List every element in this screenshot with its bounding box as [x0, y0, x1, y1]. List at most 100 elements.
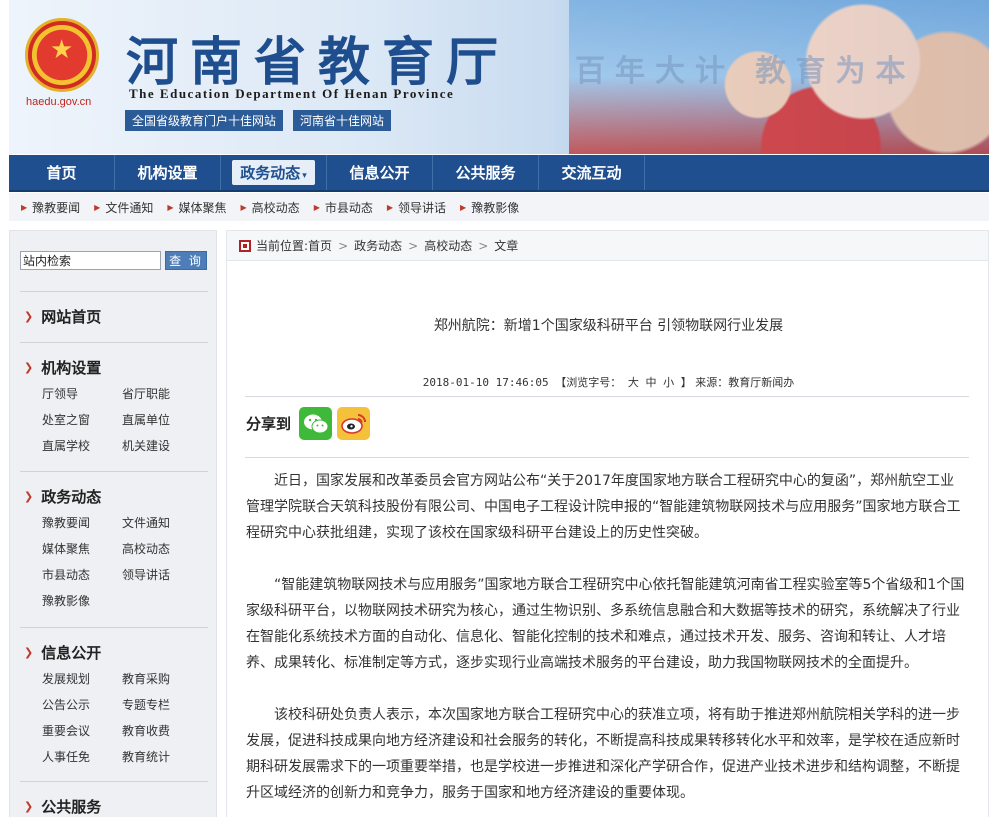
- site-title[interactable]: 河南省教育厅: [126, 20, 510, 95]
- site-search: 查 询: [20, 251, 207, 270]
- article-title: 郑州航院：新增1个国家级科研平台 引领物联网行业发展: [433, 318, 784, 334]
- article-paragraph: 该校科研处负责人表示，本次国家地方联合工程研究中心的获准立项，将有助于推进郑州航…: [246, 707, 960, 801]
- sidebar-heading[interactable]: ❯ 机构设置: [20, 343, 208, 391]
- chevron-right-icon: ❯: [24, 360, 34, 374]
- share-bar: 分享到: [246, 407, 375, 440]
- sidebar-link[interactable]: 发展规划: [42, 670, 122, 688]
- sidebar-section-disclosure: ❯ 信息公开 发展规划 教育采购 公告公示 专题专栏 重要会议 教育收费 人事任免…: [20, 627, 208, 766]
- sidebar-link[interactable]: 专题专栏: [122, 696, 202, 714]
- sidebar-section-services: ❯ 公共服务: [20, 781, 208, 817]
- dropdown-caret-icon: ▾: [302, 171, 307, 181]
- arrow-right-icon: ▶: [94, 202, 101, 212]
- sidebar-link[interactable]: 直属单位: [122, 411, 202, 429]
- chevron-right-icon: ❯: [24, 489, 34, 503]
- sidebar-heading[interactable]: ❯ 公共服务: [20, 782, 208, 817]
- nav-item-disclosure[interactable]: 信息公开: [327, 155, 433, 190]
- sidebar-link[interactable]: 教育统计: [122, 748, 202, 766]
- breadcrumb-separator-icon: >: [408, 238, 419, 253]
- subnav-item[interactable]: ▶ 媒体聚焦: [167, 199, 226, 216]
- nav-item-services[interactable]: 公共服务: [433, 155, 539, 190]
- sidebar-link[interactable]: 高校动态: [122, 540, 202, 558]
- national-emblem-icon: ★: [25, 18, 99, 92]
- main-nav: 首页 机构设置 政务动态 ▾ 信息公开 公共服务 交流互动: [9, 155, 989, 192]
- sub-nav: ▶ 豫教要闻 ▶ 文件通知 ▶ 媒体聚焦 ▶ 高校动态 ▶ 市县动态 ▶ 领导讲话 ▶ 豫教影…: [9, 193, 989, 221]
- sidebar-link[interactable]: 机关建设: [122, 437, 202, 455]
- award-badge: 河南省十佳网站: [293, 110, 392, 131]
- search-button[interactable]: 查 询: [165, 251, 207, 270]
- arrow-right-icon: ▶: [240, 202, 247, 212]
- subnav-item[interactable]: ▶ 文件通知: [94, 199, 153, 216]
- location-icon: [239, 239, 251, 252]
- publish-datetime: 2018-01-10 17:46:05: [422, 376, 549, 389]
- breadcrumb: 当前位置: 首页 > 政务动态 > 高校动态 > 文章: [227, 231, 988, 261]
- sidebar-link[interactable]: 教育采购: [122, 670, 202, 688]
- breadcrumb-item[interactable]: 首页: [308, 237, 332, 254]
- sidebar-link[interactable]: 重要会议: [42, 722, 122, 740]
- chevron-right-icon: ❯: [24, 645, 34, 659]
- arrow-right-icon: ▶: [313, 202, 320, 212]
- sidebar-link[interactable]: 文件通知: [122, 514, 202, 532]
- chevron-right-icon: ❯: [24, 799, 34, 813]
- sidebar-link[interactable]: 省厅职能: [122, 385, 202, 403]
- sidebar-link[interactable]: 教育收费: [122, 722, 202, 740]
- font-size-small[interactable]: 小: [663, 376, 674, 389]
- font-size-medium[interactable]: 中: [645, 376, 656, 389]
- breadcrumb-item[interactable]: 文章: [494, 237, 518, 254]
- sidebar-heading[interactable]: ❯ 政务动态: [20, 472, 208, 520]
- subnav-item[interactable]: ▶ 领导讲话: [387, 199, 446, 216]
- article-source: 】 来源：教育厅新闻办: [680, 376, 795, 389]
- sidebar-link-home[interactable]: ❯ 网站首页: [20, 292, 208, 340]
- sidebar-link[interactable]: 厅领导: [42, 385, 122, 403]
- sidebar: 查 询 ❯网站首页 ❯机构设置 厅领导 省厅职能 处室之窗 直属单位 直属学校 …: [9, 230, 217, 817]
- font-size-label: 【浏览字号：: [555, 376, 622, 389]
- subnav-item[interactable]: ▶ 市县动态: [314, 199, 373, 216]
- award-badges: 全国省级教育门户十佳网站 河南省十佳网站: [125, 110, 392, 131]
- breadcrumb-item[interactable]: 政务动态: [354, 237, 402, 254]
- sidebar-link[interactable]: 公告公示: [42, 696, 122, 714]
- nav-item-home[interactable]: 首页: [9, 155, 115, 190]
- site-title-en: The Education Department Of Henan Provin…: [129, 86, 455, 101]
- arrow-right-icon: ▶: [21, 202, 28, 212]
- weibo-icon[interactable]: [337, 407, 371, 440]
- article-paragraph: “智能建筑物联网技术与应用服务”国家地方联合工程研究中心依托智能建筑河南省工程实…: [246, 577, 965, 671]
- sidebar-link[interactable]: 处室之窗: [42, 411, 122, 429]
- arrow-right-icon: ▶: [460, 202, 467, 212]
- site-domain: haedu.gov.cn: [26, 96, 92, 108]
- sidebar-link[interactable]: 市县动态: [42, 566, 122, 584]
- sidebar-link[interactable]: 豫教影像: [42, 592, 122, 610]
- header-banner: ★ haedu.gov.cn 河南省教育厅 The Education Depa…: [9, 0, 989, 154]
- breadcrumb-label: 当前位置:: [256, 239, 309, 253]
- search-input[interactable]: [20, 251, 161, 270]
- sidebar-link[interactable]: 领导讲话: [122, 566, 202, 584]
- wechat-icon[interactable]: [299, 407, 333, 440]
- article-paragraph: 近日，国家发展和改革委员会官方网站公布“关于2017年度国家地方联合工程研究中心…: [246, 473, 961, 541]
- nav-item-news[interactable]: 政务动态 ▾: [221, 155, 327, 190]
- subnav-item[interactable]: ▶ 豫教影像: [460, 199, 519, 216]
- sidebar-section-news: ❯ 政务动态 豫教要闻 文件通知 媒体聚焦 高校动态 市县动态 领导讲话 豫教影像: [20, 471, 208, 610]
- nav-item-organization[interactable]: 机构设置: [115, 155, 221, 190]
- banner-slogan: 百年大计 教育为本: [575, 54, 916, 89]
- arrow-right-icon: ▶: [386, 202, 394, 212]
- nav-item-interaction[interactable]: 交流互动: [539, 155, 645, 190]
- article-meta: 2018-01-10 17:46:05 【浏览字号： 大 中 小 】 来源：教育…: [227, 374, 990, 390]
- sidebar-section-organization: ❯ 机构设置 厅领导 省厅职能 处室之窗 直属单位 直属学校 机关建设: [20, 342, 208, 455]
- article-panel: 当前位置: 首页 > 政务动态 > 高校动态 > 文章 郑州航院：新增1个国家级…: [226, 230, 989, 817]
- award-badge: 全国省级教育门户十佳网站: [125, 110, 284, 131]
- sidebar-link[interactable]: 人事任免: [42, 748, 122, 766]
- sidebar-link[interactable]: 媒体聚焦: [42, 540, 122, 558]
- sidebar-heading[interactable]: ❯ 信息公开: [20, 628, 208, 676]
- font-size-large[interactable]: 大: [628, 376, 639, 389]
- sidebar-link[interactable]: 豫教要闻: [42, 514, 122, 532]
- share-label: 分享到: [246, 415, 292, 433]
- divider: [245, 396, 969, 397]
- breadcrumb-separator-icon: >: [338, 238, 349, 253]
- article-body: 近日，国家发展和改革委员会官方网站公布“关于2017年度国家地方联合工程研究中心…: [246, 468, 966, 817]
- subnav-item[interactable]: ▶ 高校动态: [241, 199, 300, 216]
- chevron-right-icon: ❯: [24, 309, 34, 323]
- sidebar-section-home: ❯ 网站首页: [20, 291, 208, 340]
- divider: [245, 457, 969, 458]
- sidebar-link[interactable]: 直属学校: [42, 437, 122, 455]
- breadcrumb-item[interactable]: 高校动态: [424, 237, 472, 254]
- subnav-item[interactable]: ▶ 豫教要闻: [21, 199, 80, 216]
- arrow-right-icon: ▶: [167, 202, 174, 212]
